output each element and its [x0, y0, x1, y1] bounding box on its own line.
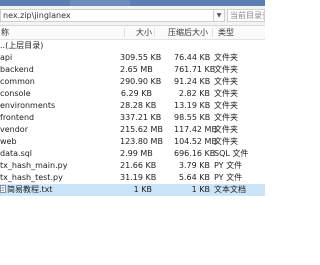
file-name: vendor: [0, 124, 120, 136]
file-packed-size: 98.55 KB: [174, 113, 211, 122]
file-size: 1 KB: [133, 185, 152, 194]
file-name: data.sql: [0, 148, 120, 160]
file-name-text: 简易教程.txt: [7, 185, 53, 194]
text-file-icon: [0, 184, 6, 193]
file-packed-size: 13.19 KB: [174, 101, 211, 110]
file-type: 文件夹: [214, 125, 238, 134]
file-name: tx_hash_test.py: [0, 172, 120, 184]
file-size: [120, 40, 152, 52]
file-row[interactable]: vendor 215.62 MB 117.42 MB 文件夹: [0, 124, 265, 136]
file-name: backend: [0, 64, 120, 76]
file-name-text: tx_hash_main.py: [0, 161, 68, 170]
file-size: 31.19 KB: [120, 173, 157, 182]
file-size: 215.62 MB: [120, 125, 163, 134]
file-name-text: web: [0, 137, 17, 146]
file-name: ..(上层目录): [0, 40, 120, 52]
file-packed-size: [174, 40, 210, 52]
file-name-text: ..(上层目录): [0, 41, 44, 50]
file-name-text: console: [0, 89, 31, 98]
file-row[interactable]: api 309.55 KB 76.44 KB 文件夹: [0, 52, 265, 64]
file-packed-size: 91.24 KB: [174, 77, 211, 86]
file-name-text: environments: [0, 101, 56, 110]
file-row[interactable]: tx_hash_main.py 21.66 KB 3.79 KB PY 文件: [0, 160, 265, 172]
file-size: 337.21 KB: [120, 113, 162, 122]
file-row[interactable]: frontend 337.21 KB 98.55 KB 文件夹: [0, 112, 265, 124]
file-name: api: [0, 52, 120, 64]
file-name: tx_hash_main.py: [0, 160, 120, 172]
file-size: 6.29 KB: [120, 89, 152, 98]
column-size-header[interactable]: 大小: [128, 26, 152, 39]
path-dropdown-icon[interactable]: ▼: [214, 9, 225, 22]
file-name: environments: [0, 100, 120, 112]
file-name-text: tx_hash_test.py: [0, 173, 63, 182]
file-type: 文件夹: [214, 53, 238, 62]
file-size: 21.66 KB: [120, 161, 157, 170]
column-header: 称 大小 压缩后大小 类型: [0, 26, 265, 40]
file-type: 文本文档: [214, 185, 246, 194]
file-name: web: [0, 136, 120, 148]
file-name: 简易教程.txt: [0, 184, 120, 196]
column-divider[interactable]: [154, 28, 155, 37]
file-row[interactable]: common 290.90 KB 91.24 KB 文件夹: [0, 76, 265, 88]
file-packed-size: 3.79 KB: [178, 161, 210, 170]
file-name-text: api: [0, 53, 13, 62]
file-row[interactable]: tx_hash_test.py 31.19 KB 5.64 KB PY 文件: [0, 172, 265, 184]
file-row[interactable]: data.sql 2.99 MB 696.16 KB SQL 文件: [0, 148, 265, 160]
file-packed-size: 76.44 KB: [174, 53, 211, 62]
file-packed-size: 1 KB: [191, 185, 210, 194]
file-size: 309.55 KB: [120, 53, 162, 62]
file-type: PY 文件: [214, 161, 243, 170]
file-row[interactable]: web 123.80 MB 104.52 MB 文件夹: [0, 136, 265, 148]
file-packed-size: 761.71 KB: [174, 65, 216, 74]
path-input[interactable]: nex.zip\jinglanex: [0, 9, 214, 22]
file-packed-size: 2.82 KB: [178, 89, 210, 98]
file-list: ..(上层目录) api 309.55 KB 76.44 KB 文件夹 backend 2.…: [0, 40, 265, 196]
file-name: frontend: [0, 112, 120, 124]
file-type: 文件夹: [214, 137, 238, 146]
file-size: 123.80 MB: [120, 137, 163, 146]
file-packed-size: 696.16 KB: [174, 149, 216, 158]
file-size: 28.28 KB: [120, 101, 157, 110]
column-packed-header[interactable]: 压缩后大小: [168, 26, 208, 39]
file-row[interactable]: ..(上层目录): [0, 40, 265, 52]
file-name-text: frontend: [0, 113, 35, 122]
file-row[interactable]: console 6.29 KB 2.82 KB 文件夹: [0, 88, 265, 100]
file-name: common: [0, 76, 120, 88]
file-type: SQL 文件: [214, 149, 249, 158]
file-type: 文件夹: [214, 65, 238, 74]
file-name-text: data.sql: [0, 149, 33, 158]
column-divider[interactable]: [124, 28, 125, 37]
file-packed-size: 104.52 MB: [174, 137, 217, 146]
file-row[interactable]: backend 2.65 MB 761.71 KB 文件夹: [0, 64, 265, 76]
file-name-text: common: [0, 77, 35, 86]
column-type-header[interactable]: 类型: [218, 26, 234, 39]
file-type: 文件夹: [214, 77, 238, 86]
column-divider[interactable]: [212, 28, 213, 37]
address-bar: nex.zip\jinglanex ▼ 当前目录查找(支持包内查找): [0, 6, 265, 26]
file-packed-size: 117.42 MB: [174, 125, 217, 134]
column-name-header[interactable]: 称: [1, 26, 9, 39]
file-size: 2.65 MB: [120, 65, 153, 74]
file-name-text: vendor: [0, 125, 28, 134]
file-type: [214, 40, 264, 52]
search-input[interactable]: 当前目录查找(支持包内查找): [227, 9, 265, 22]
file-type: 文件夹: [214, 101, 238, 110]
file-row[interactable]: environments 28.28 KB 13.19 KB 文件夹: [0, 100, 265, 112]
file-size: 290.90 KB: [120, 77, 162, 86]
file-type: 文件夹: [214, 89, 238, 98]
file-row[interactable]: 简易教程.txt 1 KB 1 KB 文本文档: [0, 184, 265, 196]
file-name-text: backend: [0, 65, 34, 74]
file-packed-size: 5.64 KB: [178, 173, 210, 182]
file-type: PY 文件: [214, 173, 243, 182]
file-type: 文件夹: [214, 113, 238, 122]
file-size: 2.99 MB: [120, 149, 153, 158]
file-name: console: [0, 88, 120, 100]
